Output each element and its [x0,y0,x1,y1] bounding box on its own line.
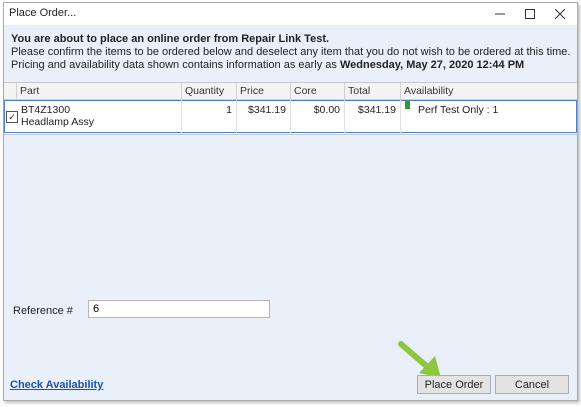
column-header-total[interactable]: Total [345,83,401,99]
cancel-button[interactable]: Cancel [495,375,569,394]
minimize-icon[interactable] [485,3,515,25]
grid-header: Part Quantity Price Core Total Availabil… [4,83,577,100]
availability-flag-icon [405,101,410,109]
part-number: BT4Z1300 [21,104,71,116]
place-order-dialog: Place Order... You are about to place an… [3,2,578,401]
window-title: Place Order... [9,7,77,19]
check-availability-link[interactable]: Check Availability [10,379,103,391]
column-header-core[interactable]: Core [291,83,345,99]
part-name: Headlamp Assy [21,116,94,128]
reference-input[interactable] [88,300,270,318]
intro-line-3: Pricing and availability data shown cont… [11,59,570,72]
intro-line-3-prefix: Pricing and availability data shown cont… [11,59,337,71]
quantity-cell: 1 [182,100,237,133]
intro-line-2: Please confirm the items to be ordered b… [11,46,571,58]
maximize-icon[interactable] [515,3,545,25]
price-cell: $341.19 [237,100,291,133]
dialog-body: You are about to place an online order f… [4,25,577,400]
close-icon[interactable] [545,3,575,25]
availability-text: Perf Test Only : 1 [418,104,499,116]
pricing-date: Wednesday, May 27, 2020 12:44 PM [339,59,525,71]
order-items-grid: Part Quantity Price Core Total Availabil… [4,82,577,135]
place-order-button[interactable]: Place Order [417,375,491,394]
column-header-price[interactable]: Price [237,83,291,99]
total-cell: $341.19 [345,100,401,133]
title-bar: Place Order... [4,3,577,25]
intro-text: You are about to place an online order f… [11,33,570,72]
column-header-availability[interactable]: Availability [401,83,577,99]
availability-cell: Perf Test Only : 1 [401,100,577,133]
column-header-part[interactable]: Part [17,83,182,99]
column-header-quantity[interactable]: Quantity [182,83,237,99]
header-checkbox-col [4,83,17,99]
part-cell: BT4Z1300 Headlamp Assy [17,100,182,133]
intro-headline: You are about to place an online order f… [11,33,330,45]
table-row[interactable]: ✓ BT4Z1300 Headlamp Assy 1 $341.19 $0.00… [4,100,577,133]
reference-label: Reference # [13,305,73,317]
core-cell: $0.00 [291,100,345,133]
